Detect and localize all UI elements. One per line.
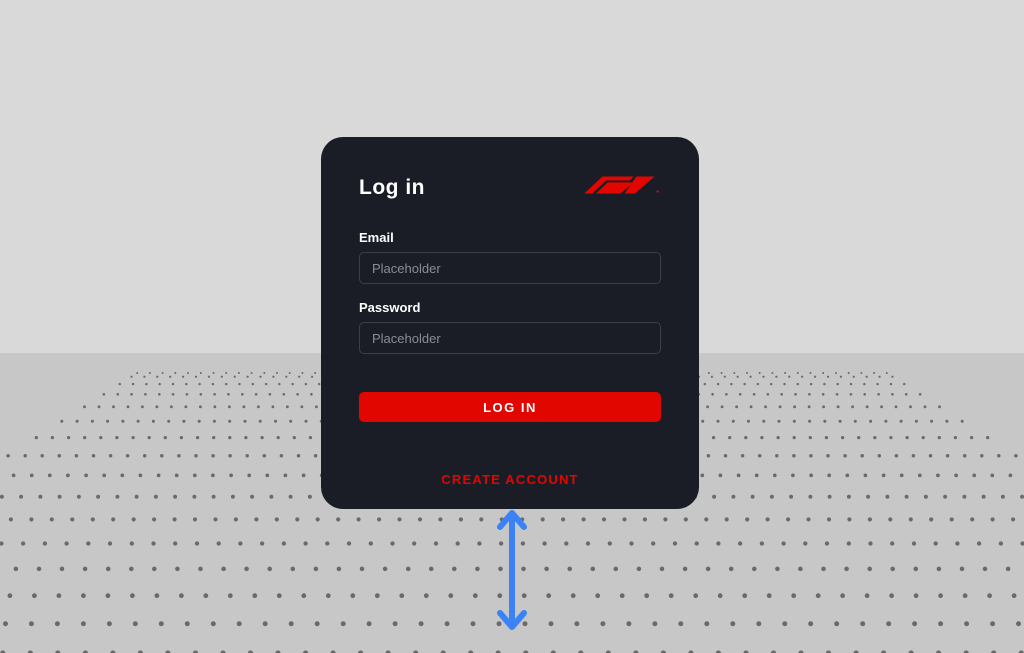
card-header: Log in [359, 175, 661, 200]
email-label: Email [359, 230, 661, 245]
password-input[interactable] [359, 322, 661, 354]
login-card: Log in Email Password LOG IN CREATE ACCO… [321, 137, 699, 509]
card-title: Log in [359, 176, 425, 200]
login-button[interactable]: LOG IN [359, 392, 661, 422]
f1-logo-icon [583, 175, 661, 200]
vertical-resize-arrow-icon[interactable] [494, 505, 530, 635]
create-account-link[interactable]: CREATE ACCOUNT [359, 472, 661, 487]
password-label: Password [359, 300, 661, 315]
email-input[interactable] [359, 252, 661, 284]
password-field-group: Password [359, 300, 661, 354]
email-field-group: Email [359, 230, 661, 284]
